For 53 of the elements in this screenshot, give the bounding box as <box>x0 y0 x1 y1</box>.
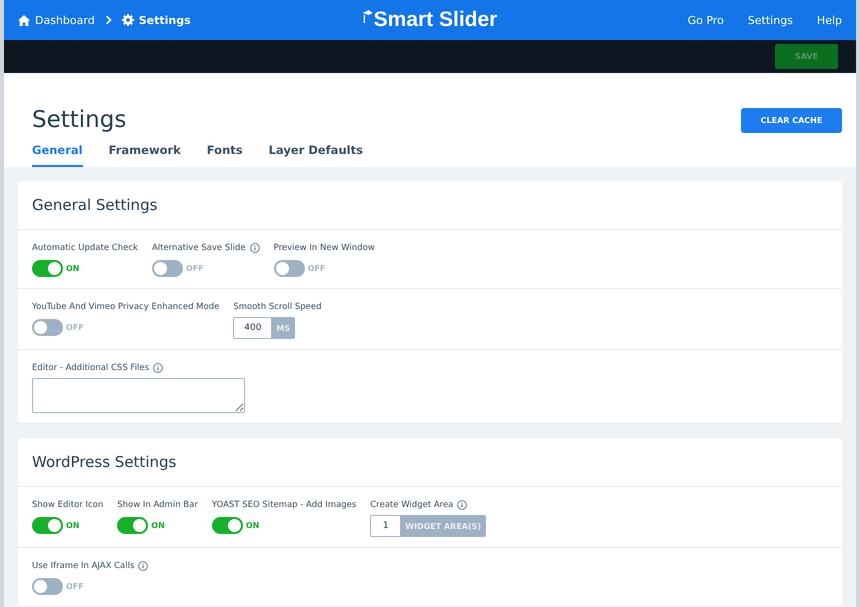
section-title: WordPress Settings <box>18 438 842 487</box>
gear-icon <box>122 14 134 26</box>
tab[interactable]: Layer Defaults <box>268 143 363 167</box>
toggle-switch[interactable] <box>212 516 243 534</box>
field-label: Show In Admin Bar <box>117 500 198 510</box>
info-icon[interactable] <box>457 500 468 510</box>
clear-cache-button[interactable]: CLEAR CACHE <box>741 108 842 132</box>
field-label: YOAST SEO Sitemap - Add Images <box>212 500 356 510</box>
toggle-state: ON <box>151 520 165 530</box>
field-label: Create Widget Area <box>370 500 454 510</box>
tab[interactable]: General <box>32 143 83 167</box>
number-field[interactable]: 1 <box>370 515 400 537</box>
unit-label: MS <box>271 317 296 339</box>
toggle-switch[interactable] <box>32 318 63 336</box>
field-label: Automatic Update Check <box>32 242 138 252</box>
info-icon[interactable] <box>153 362 164 372</box>
field-label: YouTube And Vimeo Privacy Enhanced Mode <box>32 302 220 312</box>
toggle-switch[interactable] <box>117 516 148 534</box>
breadcrumb-link[interactable]: Dashboard <box>18 14 95 27</box>
toggle-state: ON <box>66 520 80 530</box>
toggle-state: OFF <box>186 264 204 272</box>
field-label: Editor - Additional CSS Files <box>32 362 150 372</box>
tab[interactable]: Fonts <box>206 143 243 167</box>
field-label: Preview In New Window <box>274 242 375 252</box>
field-label: Alternative Save Slide <box>152 242 246 252</box>
breadcrumb-link[interactable]: Settings <box>122 14 191 27</box>
toggle-state: OFF <box>308 264 326 272</box>
toggle-state: ON <box>246 520 260 530</box>
page-title: Settings <box>32 107 126 133</box>
toggle-switch[interactable] <box>274 260 305 276</box>
toggle-state: OFF <box>66 582 84 590</box>
home-icon <box>18 14 30 26</box>
nav-link[interactable]: Settings <box>748 14 793 27</box>
nav-link[interactable]: Go Pro <box>688 14 724 27</box>
info-icon[interactable] <box>138 560 148 570</box>
field-label: Use Iframe In AJAX Calls <box>32 560 134 570</box>
field-label: Smooth Scroll Speed <box>233 302 322 312</box>
section-title: General Settings <box>18 181 842 230</box>
logo: Smart Slider <box>362 8 498 32</box>
tab[interactable]: Framework <box>108 143 181 167</box>
toggle-switch[interactable] <box>32 516 63 534</box>
field-label: Show Editor Icon <box>32 500 104 510</box>
number-field[interactable]: 400 <box>233 317 272 339</box>
toggle-switch[interactable] <box>32 578 63 594</box>
nav-link[interactable]: Help <box>816 14 842 27</box>
toggle-switch[interactable] <box>152 260 183 276</box>
unit-label: WIDGET AREA(S) <box>400 515 486 537</box>
toggle-state: OFF <box>66 322 84 332</box>
chevron-icon <box>104 15 112 26</box>
text-area[interactable] <box>32 378 245 413</box>
info-icon[interactable] <box>250 242 260 252</box>
toggle-switch[interactable] <box>32 260 63 276</box>
toggle-state: ON <box>66 264 80 272</box>
